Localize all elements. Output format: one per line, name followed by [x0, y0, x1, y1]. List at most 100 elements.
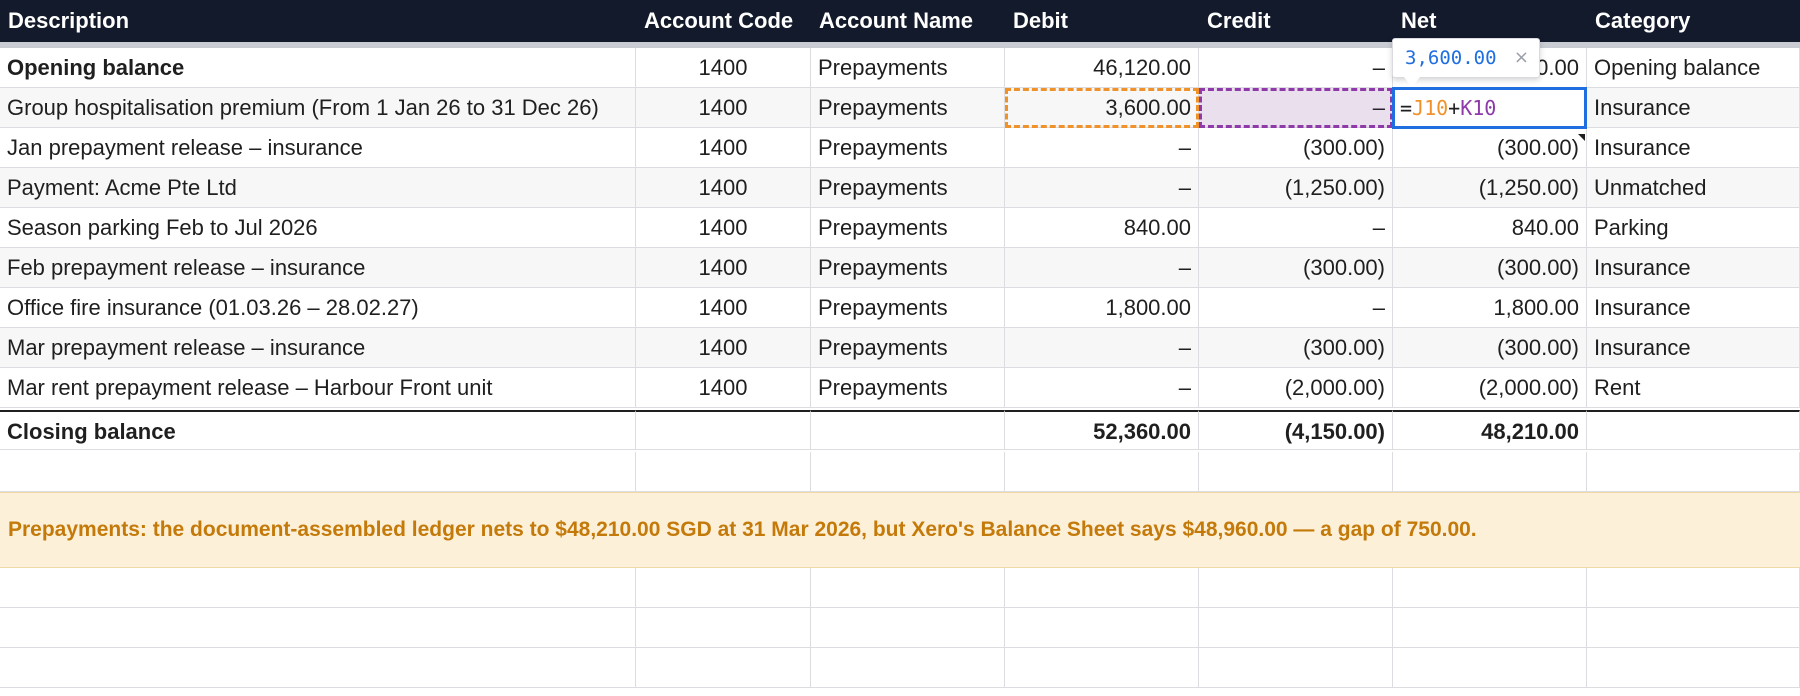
cell-description[interactable]: Mar prepayment release – insurance — [0, 328, 636, 368]
empty-cell[interactable] — [1005, 648, 1199, 688]
table-row[interactable]: Feb prepayment release – insurance 1400 … — [0, 248, 1800, 288]
empty-cell[interactable] — [0, 648, 636, 688]
cell-net[interactable]: 840.00 — [1393, 208, 1587, 248]
cell-net-total[interactable]: 48,210.00 — [1393, 410, 1587, 450]
cell-account-code[interactable]: 1400 — [636, 328, 811, 368]
cell-credit[interactable]: – — [1199, 288, 1393, 328]
cell-category[interactable] — [1587, 410, 1800, 450]
cell-credit[interactable]: (1,250.00) — [1199, 168, 1393, 208]
cell-account-code[interactable]: 1400 — [636, 128, 811, 168]
empty-row[interactable] — [0, 568, 1800, 608]
column-header-category[interactable]: Category — [1587, 0, 1800, 42]
empty-cell[interactable] — [1199, 568, 1393, 608]
empty-cell[interactable] — [0, 608, 636, 648]
cell-description[interactable]: Feb prepayment release – insurance — [0, 248, 636, 288]
cell-account-name[interactable]: Prepayments — [811, 208, 1005, 248]
cell-credit[interactable]: – — [1199, 208, 1393, 248]
cell-category[interactable]: Insurance — [1587, 328, 1800, 368]
cell-debit-total[interactable]: 52,360.00 — [1005, 410, 1199, 450]
cell-category[interactable]: Unmatched — [1587, 168, 1800, 208]
empty-cell[interactable] — [0, 568, 636, 608]
cell-debit[interactable]: – — [1005, 128, 1199, 168]
closing-balance-row[interactable]: Closing balance 52,360.00 (4,150.00) 48,… — [0, 410, 1800, 450]
cell-net[interactable]: (2,000.00) — [1393, 368, 1587, 408]
cell-description[interactable]: Payment: Acme Pte Ltd — [0, 168, 636, 208]
column-header-debit[interactable]: Debit — [1005, 0, 1199, 42]
empty-cell[interactable] — [636, 568, 811, 608]
cell-description[interactable]: Closing balance — [0, 410, 636, 450]
cell-debit[interactable]: – — [1005, 248, 1199, 288]
cell-debit[interactable]: – — [1005, 168, 1199, 208]
table-row[interactable]: Office fire insurance (01.03.26 – 28.02.… — [0, 288, 1800, 328]
empty-cell[interactable] — [811, 568, 1005, 608]
cell-category[interactable]: Insurance — [1587, 248, 1800, 288]
cell-account-code[interactable]: 1400 — [636, 88, 811, 128]
cell-account-name[interactable]: Prepayments — [811, 48, 1005, 88]
cell-description[interactable]: Opening balance — [0, 48, 636, 88]
column-header-credit[interactable]: Credit — [1199, 0, 1393, 42]
empty-cell[interactable] — [1005, 608, 1199, 648]
empty-cell[interactable] — [811, 648, 1005, 688]
cell-category[interactable]: Parking — [1587, 208, 1800, 248]
empty-cell[interactable] — [1587, 608, 1800, 648]
cell-account-code[interactable]: 1400 — [636, 288, 811, 328]
empty-cell[interactable] — [1199, 452, 1393, 492]
empty-cell[interactable] — [1587, 648, 1800, 688]
empty-cell[interactable] — [1005, 452, 1199, 492]
cell-category[interactable]: Insurance — [1587, 288, 1800, 328]
table-row[interactable]: Jan prepayment release – insurance 1400 … — [0, 128, 1800, 168]
empty-cell[interactable] — [636, 452, 811, 492]
cell-credit[interactable]: (300.00) — [1199, 128, 1393, 168]
cell-account-code[interactable] — [636, 410, 811, 450]
cell-account-code[interactable]: 1400 — [636, 48, 811, 88]
cell-account-code[interactable]: 1400 — [636, 368, 811, 408]
table-row[interactable]: Mar rent prepayment release – Harbour Fr… — [0, 368, 1800, 408]
table-row[interactable]: Mar prepayment release – insurance 1400 … — [0, 328, 1800, 368]
close-icon[interactable]: × — [1514, 39, 1529, 77]
cell-description[interactable]: Mar rent prepayment release – Harbour Fr… — [0, 368, 636, 408]
column-header-account-code[interactable]: Account Code — [636, 0, 811, 42]
cell-account-name[interactable]: Prepayments — [811, 128, 1005, 168]
empty-cell[interactable] — [636, 608, 811, 648]
cell-account-name[interactable]: Prepayments — [811, 368, 1005, 408]
active-cell-formula-editor[interactable]: =J10+K10 — [1392, 87, 1587, 129]
cell-net[interactable]: 1,800.00 — [1393, 288, 1587, 328]
cell-account-name[interactable]: Prepayments — [811, 328, 1005, 368]
cell-net[interactable]: (300.00) — [1393, 128, 1587, 168]
table-row[interactable]: Payment: Acme Pte Ltd 1400 Prepayments –… — [0, 168, 1800, 208]
empty-cell[interactable] — [811, 452, 1005, 492]
table-row[interactable]: Season parking Feb to Jul 2026 1400 Prep… — [0, 208, 1800, 248]
cell-net[interactable]: (300.00) — [1393, 248, 1587, 288]
cell-category[interactable]: Rent — [1587, 368, 1800, 408]
cell-net[interactable]: (300.00) — [1393, 328, 1587, 368]
cell-category[interactable]: Insurance — [1587, 128, 1800, 168]
cell-description[interactable]: Group hospitalisation premium (From 1 Ja… — [0, 88, 636, 128]
cell-debit[interactable]: 840.00 — [1005, 208, 1199, 248]
empty-cell[interactable] — [1393, 568, 1587, 608]
empty-cell[interactable] — [811, 608, 1005, 648]
cell-description[interactable]: Season parking Feb to Jul 2026 — [0, 208, 636, 248]
cell-account-name[interactable]: Prepayments — [811, 248, 1005, 288]
column-header-net[interactable]: Net — [1393, 0, 1587, 42]
empty-cell[interactable] — [1587, 452, 1800, 492]
cell-description[interactable]: Jan prepayment release – insurance — [0, 128, 636, 168]
empty-row[interactable] — [0, 452, 1800, 492]
cell-credit[interactable]: (2,000.00) — [1199, 368, 1393, 408]
empty-row[interactable] — [0, 608, 1800, 648]
empty-cell[interactable] — [1393, 648, 1587, 688]
cell-account-code[interactable]: 1400 — [636, 208, 811, 248]
column-header-account-name[interactable]: Account Name — [811, 0, 1005, 42]
cell-credit[interactable]: – — [1199, 48, 1393, 88]
column-header-description[interactable]: Description — [0, 0, 636, 42]
cell-category[interactable]: Insurance — [1587, 88, 1800, 128]
cell-debit[interactable]: 1,800.00 — [1005, 288, 1199, 328]
empty-cell[interactable] — [1393, 608, 1587, 648]
cell-debit[interactable]: – — [1005, 328, 1199, 368]
cell-account-name[interactable]: Prepayments — [811, 288, 1005, 328]
empty-row[interactable] — [0, 648, 1800, 688]
cell-account-code[interactable]: 1400 — [636, 168, 811, 208]
cell-account-code[interactable]: 1400 — [636, 248, 811, 288]
cell-account-name[interactable]: Prepayments — [811, 168, 1005, 208]
empty-cell[interactable] — [1393, 452, 1587, 492]
cell-debit[interactable]: 46,120.00 — [1005, 48, 1199, 88]
